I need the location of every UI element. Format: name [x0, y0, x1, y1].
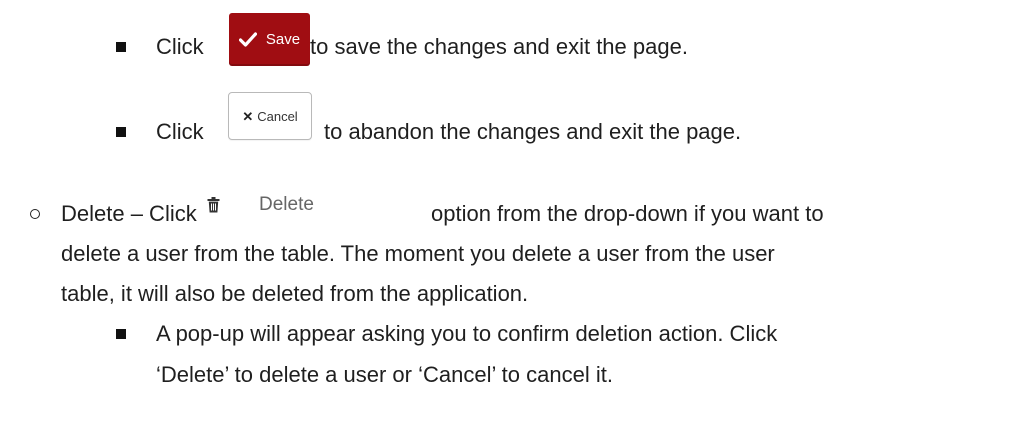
popup-line-1: A pop-up will appear asking you to confi… — [156, 321, 778, 346]
trash-icon — [207, 197, 220, 213]
popup-line-2: ‘Delete’ to delete a user or ‘Cancel’ to… — [156, 362, 613, 387]
square-bullet-2 — [116, 127, 126, 137]
save-button-label: Save — [265, 31, 301, 48]
save-line-suffix: to save the changes and exit the page. — [310, 34, 688, 59]
delete-option-label[interactable]: Delete — [259, 194, 314, 216]
x-icon: ✕ — [242, 108, 254, 124]
check-icon — [238, 32, 257, 47]
delete-line-3: table, it will also be deleted from the … — [61, 281, 529, 306]
square-bullet-3 — [116, 329, 126, 339]
circle-bullet — [30, 209, 40, 219]
cancel-line-suffix: to abandon the changes and exit the page… — [324, 119, 742, 144]
delete-line-lead: Delete – Click — [61, 201, 197, 226]
cancel-button-label: Cancel — [257, 108, 298, 124]
delete-line-after: option from the drop-down if you want to — [431, 201, 824, 226]
save-line-prefix: Click — [156, 34, 204, 59]
save-button[interactable]: Save — [229, 13, 310, 66]
delete-option[interactable] — [207, 193, 220, 217]
cancel-line-prefix: Click — [156, 119, 204, 144]
square-bullet-1 — [116, 42, 126, 52]
cancel-button[interactable]: ✕ Cancel — [228, 92, 312, 140]
delete-line-2: delete a user from the table. The moment… — [61, 241, 775, 266]
